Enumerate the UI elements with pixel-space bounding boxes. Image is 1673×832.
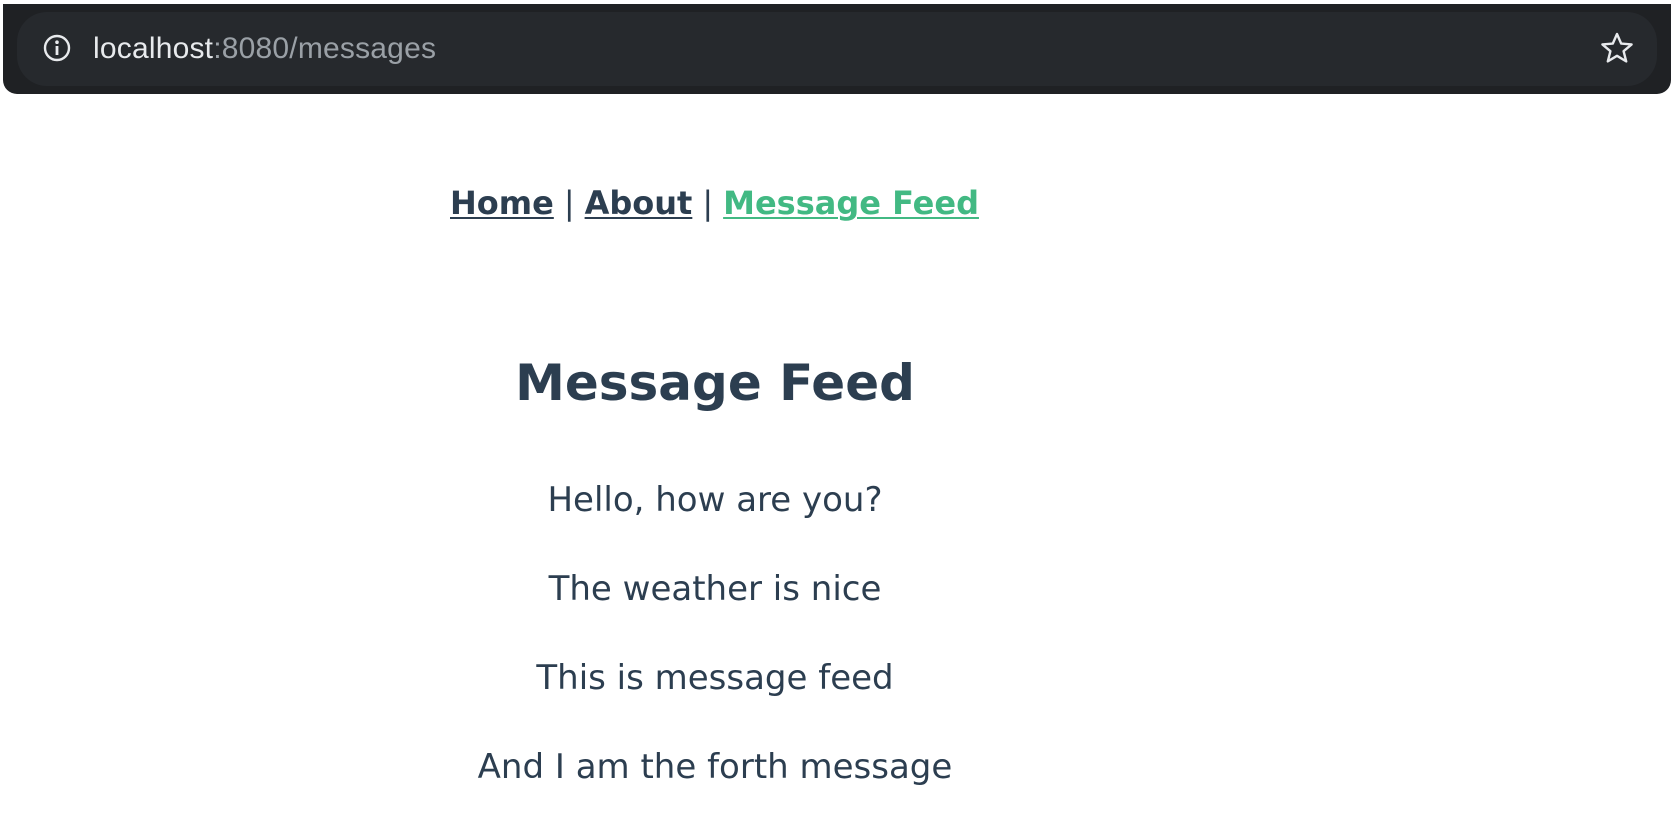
nav-separator: | xyxy=(563,184,575,222)
url-host: localhost xyxy=(93,32,214,65)
url-path: :8080/messages xyxy=(213,32,437,65)
message-list: Hello, how are you? The weather is nice … xyxy=(0,476,1430,832)
info-icon[interactable] xyxy=(41,32,73,64)
message-item: And I am the forth message xyxy=(477,747,953,787)
page-title: Message Feed xyxy=(515,354,915,412)
message-item: This is message feed xyxy=(536,658,894,698)
nav-separator: | xyxy=(702,184,714,222)
message-item: Hello, how are you? xyxy=(547,480,883,520)
address-bar[interactable]: localhost:8080/messages xyxy=(17,12,1657,86)
star-icon[interactable] xyxy=(1599,30,1635,66)
message-item: The weather is nice xyxy=(548,569,882,609)
nav-link-home[interactable]: Home xyxy=(450,184,554,222)
url-text[interactable]: localhost:8080/messages xyxy=(93,32,436,66)
main-nav: Home | About | Message Feed xyxy=(450,184,979,222)
nav-link-about[interactable]: About xyxy=(585,184,693,222)
browser-toolbar: localhost:8080/messages xyxy=(3,4,1671,94)
nav-link-message-feed[interactable]: Message Feed xyxy=(723,184,979,222)
